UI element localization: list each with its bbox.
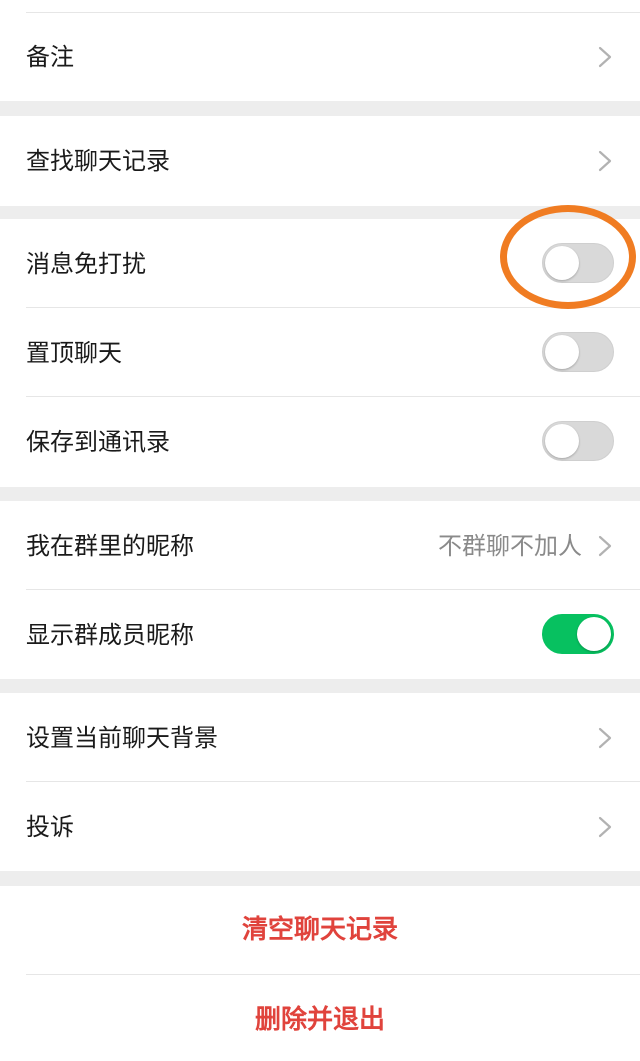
mute-row: 消息免打扰	[0, 219, 640, 308]
misc-group: 设置当前聊天背景 投诉	[0, 693, 640, 871]
mute-label: 消息免打扰	[26, 250, 146, 278]
divider	[26, 974, 640, 975]
save-contacts-toggle[interactable]	[542, 421, 614, 461]
chevron-right-icon	[598, 727, 612, 749]
pin-toggle[interactable]	[542, 332, 614, 372]
nickname-group: 我在群里的昵称 不群聊不加人 显示群成员昵称	[0, 501, 640, 679]
report-label: 投诉	[26, 813, 74, 841]
show-nicknames-label: 显示群成员昵称	[26, 621, 194, 649]
toggle-knob	[545, 246, 579, 280]
pin-label: 置顶聊天	[26, 339, 122, 367]
search-history-label: 查找聊天记录	[26, 147, 170, 175]
save-contacts-label: 保存到通讯录	[26, 428, 170, 456]
search-history-row[interactable]: 查找聊天记录	[0, 116, 640, 206]
show-nicknames-row: 显示群成员昵称	[0, 590, 640, 679]
remark-group: 备注	[0, 0, 640, 101]
show-nicknames-toggle[interactable]	[542, 614, 614, 654]
chevron-right-icon	[598, 46, 612, 68]
toggle-knob	[545, 424, 579, 458]
remark-label: 备注	[26, 43, 74, 71]
delete-exit-button[interactable]: 删除并退出	[0, 1004, 640, 1036]
chevron-right-icon	[598, 150, 612, 172]
remark-row[interactable]: 备注	[0, 13, 640, 101]
my-nickname-row[interactable]: 我在群里的昵称 不群聊不加人	[0, 501, 640, 590]
background-label: 设置当前聊天背景	[26, 724, 218, 752]
toggle-group: 消息免打扰 置顶聊天 保存到通讯录	[0, 219, 640, 487]
report-row[interactable]: 投诉	[0, 782, 640, 871]
background-row[interactable]: 设置当前聊天背景	[0, 693, 640, 782]
pin-row: 置顶聊天	[0, 308, 640, 397]
toggle-knob	[577, 617, 611, 651]
mute-toggle[interactable]	[542, 243, 614, 283]
chevron-right-icon	[598, 816, 612, 838]
search-history-group: 查找聊天记录	[0, 116, 640, 206]
toggle-knob	[545, 335, 579, 369]
chevron-right-icon	[598, 535, 612, 557]
clear-history-button[interactable]: 清空聊天记录	[0, 914, 640, 946]
chat-settings-page: 备注 查找聊天记录 消息免打扰 置顶聊天 保存到通讯录 我在群里的昵称 不群聊不…	[0, 0, 640, 1061]
save-contacts-row: 保存到通讯录	[0, 397, 640, 487]
actions-group: 清空聊天记录 删除并退出	[0, 886, 640, 1061]
my-nickname-value: 不群聊不加人	[438, 532, 582, 560]
my-nickname-label: 我在群里的昵称	[26, 532, 194, 560]
